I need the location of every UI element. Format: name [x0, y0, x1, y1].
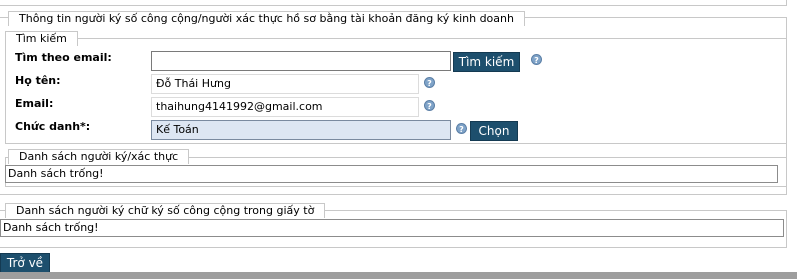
main-info-legend: Thông tin người ký số công cộng/người xá… [8, 11, 525, 26]
choose-button[interactable]: Chọn [470, 121, 518, 141]
help-icon[interactable]: ? [424, 77, 435, 88]
public-signers-legend: Danh sách người ký chữ ký số công cộng t… [5, 203, 326, 218]
help-icon[interactable]: ? [424, 100, 435, 111]
title-field[interactable]: Kế Toán [151, 120, 451, 140]
fullname-label: Họ tên: [15, 74, 61, 87]
email-field[interactable]: thaihung4141992@gmail.com [151, 97, 419, 117]
email-label: Email: [15, 97, 54, 110]
fullname-field[interactable]: Đỗ Thái Hưng [151, 74, 419, 94]
email-search-label: Tìm theo email: [15, 51, 112, 64]
public-signers-list: Danh sách trống! [0, 219, 784, 237]
top-frame-edge [0, 0, 787, 6]
back-button[interactable]: Trở về [0, 253, 50, 273]
help-icon[interactable]: ? [531, 54, 542, 65]
title-label: Chức danh*: [15, 120, 91, 133]
search-button[interactable]: Tìm kiếm [453, 52, 520, 72]
signers-list: Danh sách trống! [5, 165, 778, 183]
bottom-bar [0, 272, 797, 279]
signers-legend: Danh sách người ký/xác thực [8, 149, 190, 164]
email-search-input[interactable] [151, 51, 451, 71]
help-icon[interactable]: ? [456, 123, 467, 134]
search-legend: Tìm kiếm [5, 31, 78, 46]
